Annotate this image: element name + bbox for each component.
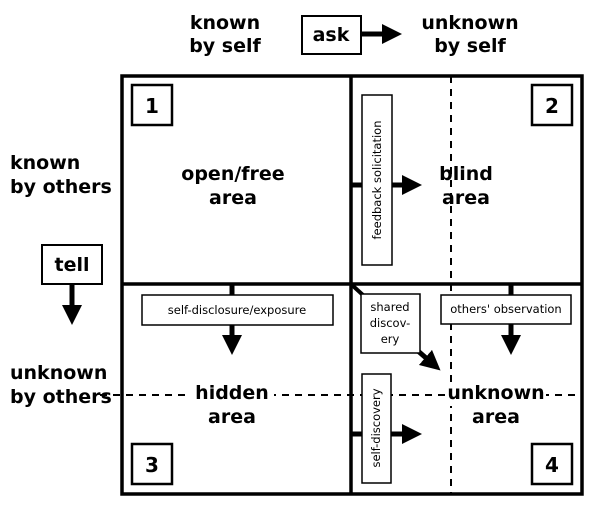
blind-area-line2: area [442, 187, 490, 209]
unknown-by-others-line1: unknown [10, 362, 107, 384]
tell-label: tell [55, 254, 90, 276]
open-area-line1: open/free [181, 163, 284, 185]
others-observation-label: others' observation [450, 302, 561, 316]
quadrant-1-number: 1 [145, 94, 159, 118]
unknown-area-line2: area [472, 406, 520, 428]
unknown-area-line1: unknown [447, 382, 544, 404]
unknown-by-self-line1: unknown [421, 12, 518, 34]
open-area-line2: area [209, 187, 257, 209]
known-by-others-line1: known [10, 152, 80, 174]
known-by-self-line2: by self [189, 35, 261, 57]
known-by-self-line1: known [190, 12, 260, 34]
shared-discovery-line3: ery [381, 332, 400, 346]
blind-area-line1: blind [439, 163, 493, 185]
ask-label: ask [313, 24, 350, 46]
shared-discovery-line1: shared [370, 300, 409, 314]
feedback-label: feedback solicitation [370, 120, 384, 239]
shared-discovery-line2: discov- [370, 316, 411, 330]
known-by-others-line2: by others [10, 176, 112, 198]
hidden-area-line1: hidden [195, 382, 269, 404]
self-discovery-label: self-discovery [369, 388, 383, 467]
johari-window-diagram: known by self ask unknown by self known … [10, 12, 584, 496]
unknown-by-self-line2: by self [434, 35, 506, 57]
self-disclosure-label: self-disclosure/exposure [168, 303, 306, 317]
quadrant-2-number: 2 [545, 94, 559, 118]
quadrant-4-number: 4 [545, 453, 559, 477]
hidden-area-line2: area [208, 406, 256, 428]
unknown-by-others-line2: by others [10, 386, 112, 408]
quadrant-3-number: 3 [145, 453, 159, 477]
